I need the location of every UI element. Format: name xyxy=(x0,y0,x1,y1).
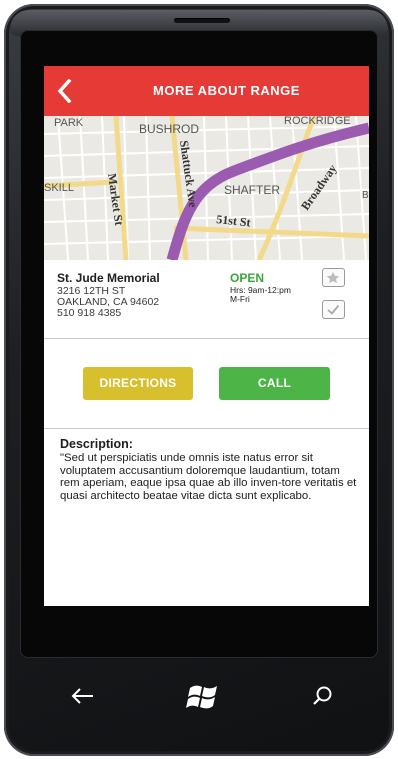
check-icon xyxy=(327,304,340,315)
place-name: St. Jude Memorial xyxy=(57,271,160,285)
call-button[interactable]: CALL xyxy=(219,367,330,400)
hours-line-2: M-Fri xyxy=(230,294,250,304)
place-info: St. Jude Memorial 3216 12TH ST OAKLAND, … xyxy=(44,260,369,338)
page-title: MORE ABOUT RANGE xyxy=(153,83,300,98)
map-label-rockridge: ROCKRIDGE xyxy=(284,116,351,127)
back-arrow-icon[interactable] xyxy=(70,686,96,706)
phone-number[interactable]: 510 918 4385 xyxy=(57,308,121,319)
checkin-button[interactable] xyxy=(322,300,345,319)
favorite-button[interactable] xyxy=(322,268,345,287)
map-graphic: PARK BUSHROD ROCKRIDGE SKILL SHAFTER Be … xyxy=(44,116,369,260)
map-label-shafter: SHAFTER xyxy=(224,183,280,197)
divider-top xyxy=(44,338,369,339)
windows-logo-icon[interactable] xyxy=(186,682,220,712)
app-header: MORE ABOUT RANGE xyxy=(44,66,369,116)
phone-earpiece xyxy=(174,18,230,23)
directions-button[interactable]: DIRECTIONS xyxy=(83,367,193,400)
chevron-left-icon[interactable] xyxy=(56,79,74,103)
divider-bottom xyxy=(44,428,369,429)
description-title: Description: xyxy=(60,437,133,451)
map-label-park: PARK xyxy=(54,117,84,129)
status-badge: OPEN xyxy=(230,271,265,285)
app-screen: MORE ABOUT RANGE PARK BUSHROD ROCKRIDGE … xyxy=(44,66,369,606)
star-icon xyxy=(326,271,340,284)
map-label-skill: SKILL xyxy=(44,182,74,194)
search-icon[interactable] xyxy=(311,684,335,708)
map-view[interactable]: PARK BUSHROD ROCKRIDGE SKILL SHAFTER Be … xyxy=(44,116,369,260)
description-body: "Sed ut perspiciatis unde omnis iste nat… xyxy=(60,452,357,502)
map-label-bushrod: BUSHROD xyxy=(139,122,199,136)
map-label-edge: Be xyxy=(362,190,369,201)
